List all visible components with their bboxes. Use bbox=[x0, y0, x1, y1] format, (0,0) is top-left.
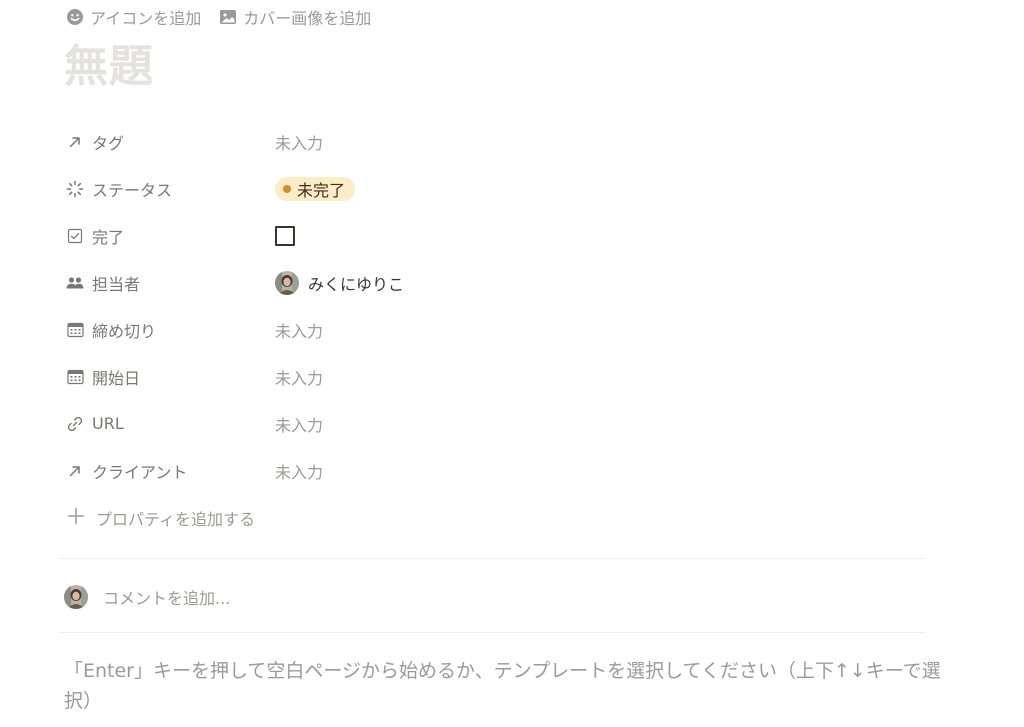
add-cover-button[interactable]: カバー画像を追加 bbox=[219, 6, 371, 28]
property-label: ステータス bbox=[92, 180, 173, 200]
avatar bbox=[64, 585, 88, 609]
add-icon-label: アイコンを追加 bbox=[90, 9, 202, 28]
property-label: URL bbox=[92, 414, 124, 433]
property-row-start-date[interactable]: 開始日 未入力 bbox=[60, 353, 680, 400]
property-name-assignee[interactable]: 担当者 bbox=[66, 266, 140, 300]
page-header-actions: アイコンを追加 カバー画像を追加 bbox=[66, 6, 371, 28]
link-icon bbox=[66, 415, 84, 433]
property-value-done[interactable] bbox=[275, 219, 295, 253]
property-label: タグ bbox=[92, 133, 125, 153]
comment-input[interactable]: コメントを追加... bbox=[103, 585, 230, 609]
property-label: 開始日 bbox=[92, 368, 141, 388]
property-value-tags[interactable]: 未入力 bbox=[275, 125, 323, 159]
property-row-assignee[interactable]: 担当者 みくにゆりこ bbox=[60, 259, 680, 306]
property-value-url[interactable]: 未入力 bbox=[275, 407, 323, 441]
status-badge[interactable]: 未完了 bbox=[275, 176, 356, 201]
page-title[interactable]: 無題 bbox=[64, 38, 154, 96]
status-dot bbox=[283, 184, 291, 193]
comment-input-row[interactable]: コメントを追加... bbox=[64, 584, 230, 610]
property-label: 担当者 bbox=[92, 274, 141, 294]
property-name-client[interactable]: クライアント bbox=[66, 454, 187, 488]
divider bbox=[60, 558, 926, 559]
smiley-icon bbox=[66, 8, 84, 26]
divider bbox=[60, 632, 926, 633]
property-value-start-date[interactable]: 未入力 bbox=[275, 360, 323, 394]
property-row-client[interactable]: クライアント 未入力 bbox=[60, 447, 680, 494]
add-property-label: プロパティを追加する bbox=[96, 510, 256, 529]
property-value-assignee[interactable]: みくにゆりこ bbox=[275, 266, 404, 300]
plus-icon bbox=[66, 506, 86, 530]
property-name-status[interactable]: ステータス bbox=[66, 172, 172, 206]
property-value-client[interactable]: 未入力 bbox=[275, 454, 323, 488]
assignee-name: みくにゆりこ bbox=[308, 274, 405, 294]
avatar bbox=[275, 270, 299, 295]
property-name-tags[interactable]: タグ bbox=[66, 125, 124, 159]
people-icon bbox=[66, 274, 84, 292]
property-row-deadline[interactable]: 締め切り 未入力 bbox=[60, 306, 680, 353]
add-icon-button[interactable]: アイコンを追加 bbox=[66, 6, 201, 28]
assignee-chip[interactable]: みくにゆりこ bbox=[275, 270, 405, 295]
status-spinner-icon bbox=[66, 180, 84, 198]
property-name-deadline[interactable]: 締め切り bbox=[66, 313, 156, 347]
property-row-done[interactable]: 完了 bbox=[60, 212, 680, 259]
property-name-url[interactable]: URL bbox=[66, 407, 124, 441]
add-property-button[interactable]: プロパティを追加する bbox=[66, 505, 255, 531]
property-value-status[interactable]: 未完了 bbox=[275, 172, 356, 206]
property-row-status[interactable]: ステータス 未完了 bbox=[60, 165, 680, 212]
property-name-start-date[interactable]: 開始日 bbox=[66, 360, 140, 394]
property-row-url[interactable]: URL 未入力 bbox=[60, 400, 680, 447]
status-label: 未完了 bbox=[297, 180, 346, 200]
calendar-icon bbox=[66, 368, 84, 386]
calendar-icon bbox=[66, 321, 84, 339]
add-cover-label: カバー画像を追加 bbox=[243, 9, 372, 28]
property-row-tags[interactable]: タグ 未入力 bbox=[60, 118, 680, 165]
property-name-done[interactable]: 完了 bbox=[66, 219, 124, 253]
property-label: 完了 bbox=[92, 227, 125, 247]
checkbox-property-icon bbox=[66, 227, 84, 245]
property-value-deadline[interactable]: 未入力 bbox=[275, 313, 323, 347]
arrow-up-right-icon bbox=[66, 133, 84, 151]
properties-list: タグ 未入力 ステータス 未完了 完了 担当者 みくにゆりこ 締め切り 未入力 … bbox=[60, 118, 680, 494]
property-label: クライアント bbox=[92, 462, 188, 482]
done-checkbox[interactable] bbox=[275, 225, 295, 246]
image-icon bbox=[219, 8, 237, 26]
property-label: 締め切り bbox=[92, 321, 157, 341]
empty-page-hint: 「Enter」キーを押して空白ページから始めるか、テンプレートを選択してください… bbox=[64, 660, 941, 712]
arrow-up-right-icon bbox=[66, 462, 84, 480]
